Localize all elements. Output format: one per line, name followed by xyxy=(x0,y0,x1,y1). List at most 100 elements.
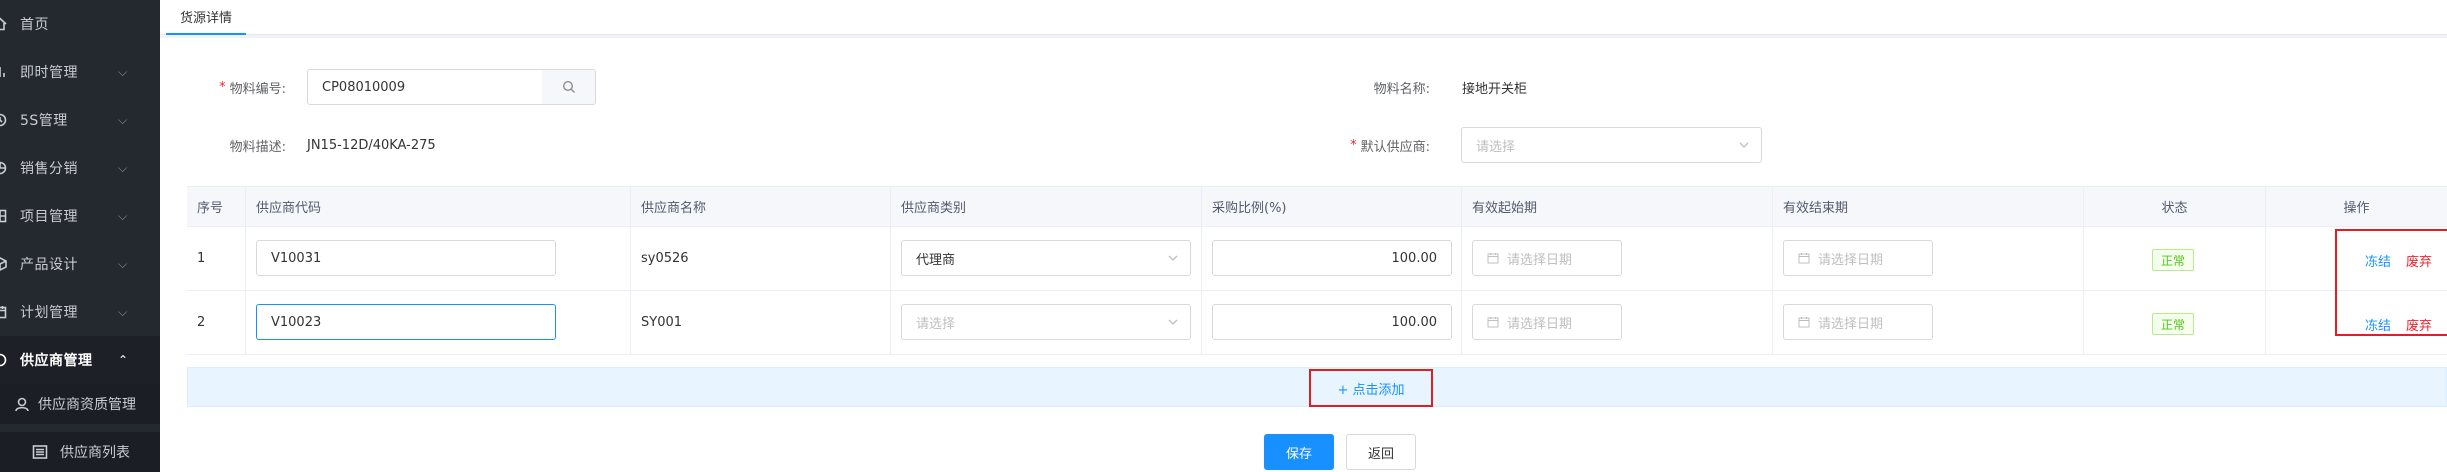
column-header-end-date: 有效结束期 xyxy=(1773,187,2084,227)
sidebar-item-label: 产品设计 xyxy=(20,257,78,273)
end-date-placeholder: 请选择日期 xyxy=(1818,316,1884,332)
column-header-start-date: 有效起始期 xyxy=(1462,187,1773,227)
start-date-placeholder: 请选择日期 xyxy=(1507,252,1573,268)
end-date-cell: 请选择日期 xyxy=(1773,291,2084,355)
status-cell: 正常 xyxy=(2084,291,2266,355)
actions-highlight-box xyxy=(2335,229,2447,336)
start-date-placeholder: 请选择日期 xyxy=(1507,316,1573,332)
calendar-icon xyxy=(1487,253,1499,264)
home-icon xyxy=(0,17,7,31)
start-date-cell: 请选择日期 xyxy=(1462,227,1773,291)
column-header-status: 状态 xyxy=(2084,187,2266,227)
calendar-icon xyxy=(1487,317,1499,328)
sidebar-item-home[interactable]: 首页 xyxy=(0,0,160,48)
status-badge: 正常 xyxy=(2152,249,2195,271)
sidebar-item-label: 首页 xyxy=(20,17,49,33)
column-header-actions: 操作 xyxy=(2266,187,2447,227)
sidebar-subitem-supplier-list[interactable]: 供应商列表 xyxy=(0,432,160,472)
sidebar-item-label: 计划管理 xyxy=(20,305,78,321)
sidebar-item-5s[interactable]: 5S管理 ⌵ xyxy=(0,96,160,144)
end-date-picker[interactable]: 请选择日期 xyxy=(1783,240,1933,276)
material-code-label-text: 物料编号: xyxy=(229,81,286,97)
add-row-bar: + 点击添加 xyxy=(187,367,2447,407)
end-date-picker[interactable]: 请选择日期 xyxy=(1783,304,1933,340)
back-button[interactable]: 返回 xyxy=(1346,434,1416,470)
required-mark: * xyxy=(219,79,226,95)
sidebar-item-label: 项目管理 xyxy=(20,209,78,225)
start-date-picker[interactable]: 请选择日期 xyxy=(1472,240,1622,276)
supplier-code-cell: V10023 xyxy=(246,291,631,355)
tab-bar: 货源详情 xyxy=(160,0,2447,35)
pie-chart-icon xyxy=(0,161,7,175)
end-date-placeholder: 请选择日期 xyxy=(1818,252,1884,268)
column-header-supplier-category: 供应商类别 xyxy=(891,187,1202,227)
row-index: 2 xyxy=(187,291,246,355)
sidebar-item-product-design[interactable]: 产品设计 ⌵ xyxy=(0,240,160,288)
tab-source-detail[interactable]: 货源详情 xyxy=(166,0,247,35)
sidebar-item-plan[interactable]: 计划管理 ⌵ xyxy=(0,288,160,336)
supplier-category-select[interactable]: 请选择 xyxy=(901,304,1191,340)
supplier-code-input[interactable]: V10031 xyxy=(256,240,556,276)
chevron-down-icon xyxy=(1168,319,1178,325)
bar-chart-icon xyxy=(0,65,7,79)
sidebar: 首页 即时管理 ⌵ 5S管理 ⌵ 销售分销 ⌵ 项目管理 ⌵ 产品设计 ⌵ 计划… xyxy=(0,0,160,472)
supplier-code-cell: V10031 xyxy=(246,227,631,291)
sidebar-subitem-supplier-qualification[interactable]: 供应商资质管理 xyxy=(0,384,160,424)
user-icon xyxy=(14,396,30,412)
purchase-ratio-cell: 100.00 xyxy=(1202,227,1462,291)
required-mark: * xyxy=(1350,137,1357,153)
content-panel: * 物料编号: CP08010009 物料名称: 接地开关柜 物料描述: JN1… xyxy=(160,38,2447,472)
sidebar-subitem-label: 供应商列表 xyxy=(60,445,130,461)
end-date-cell: 请选择日期 xyxy=(1773,227,2084,291)
status-cell: 正常 xyxy=(2084,227,2266,291)
link-icon xyxy=(0,353,7,367)
column-header-supplier-name: 供应商名称 xyxy=(631,187,891,227)
purchase-ratio-input[interactable]: 100.00 xyxy=(1212,240,1452,276)
default-supplier-select[interactable]: 请选择 xyxy=(1461,127,1762,163)
material-code-input[interactable]: CP08010009 xyxy=(307,69,543,105)
sidebar-item-sales[interactable]: 销售分销 ⌵ xyxy=(0,144,160,192)
supplier-category-cell: 代理商 xyxy=(891,227,1202,291)
calendar-icon xyxy=(1798,253,1810,264)
column-header-supplier-code: 供应商代码 xyxy=(246,187,631,227)
supplier-category-select[interactable]: 代理商 xyxy=(901,240,1191,276)
status-badge: 正常 xyxy=(2152,313,2195,335)
save-button[interactable]: 保存 xyxy=(1264,434,1334,470)
calendar-icon xyxy=(1798,317,1810,328)
material-name-label: 物料名称: xyxy=(1373,81,1430,97)
supplier-code-input[interactable]: V10023 xyxy=(256,304,556,340)
list-icon xyxy=(32,444,48,460)
sidebar-item-supplier[interactable]: 供应商管理 ⌃ xyxy=(0,336,160,384)
chevron-down-icon: ⌵ xyxy=(118,112,128,127)
row-index: 1 xyxy=(187,227,246,291)
sidebar-item-label: 5S管理 xyxy=(20,113,68,129)
chevron-down-icon: ⌵ xyxy=(118,160,128,175)
material-name-value: 接地开关柜 xyxy=(1462,81,1528,97)
purchase-ratio-cell: 100.00 xyxy=(1202,291,1462,355)
clock-icon xyxy=(0,113,7,127)
chevron-down-icon: ⌵ xyxy=(118,304,128,319)
material-search-button[interactable] xyxy=(542,69,596,105)
cube-icon xyxy=(0,257,7,271)
default-supplier-placeholder: 请选择 xyxy=(1476,139,1516,155)
start-date-picker[interactable]: 请选择日期 xyxy=(1472,304,1622,340)
material-code-label: * 物料编号: xyxy=(160,69,286,105)
search-icon xyxy=(562,80,575,93)
chevron-up-icon: ⌃ xyxy=(118,353,129,367)
grid-icon xyxy=(0,209,7,223)
chevron-down-icon: ⌵ xyxy=(118,256,128,271)
supplier-category-value: 代理商 xyxy=(916,252,956,268)
supplier-table: 序号 供应商代码 供应商名称 供应商类别 采购比例(%) 有效起始期 有效结束期… xyxy=(187,186,2447,407)
purchase-ratio-input[interactable]: 100.00 xyxy=(1212,304,1452,340)
default-supplier-label: * 默认供应商: xyxy=(1300,127,1430,163)
chevron-down-icon xyxy=(1168,255,1178,261)
sidebar-subitem-label: 供应商资质管理 xyxy=(38,397,136,413)
supplier-category-cell: 请选择 xyxy=(891,291,1202,355)
supplier-name-cell: sy0526 xyxy=(631,227,891,291)
default-supplier-label-text: 默认供应商: xyxy=(1360,139,1430,155)
sidebar-item-project[interactable]: 项目管理 ⌵ xyxy=(0,192,160,240)
sidebar-item-label: 即时管理 xyxy=(20,65,78,81)
sidebar-item-instant[interactable]: 即时管理 ⌵ xyxy=(0,48,160,96)
add-row-button[interactable]: + 点击添加 xyxy=(1309,369,1433,407)
supplier-name-cell: SY001 xyxy=(631,291,891,355)
